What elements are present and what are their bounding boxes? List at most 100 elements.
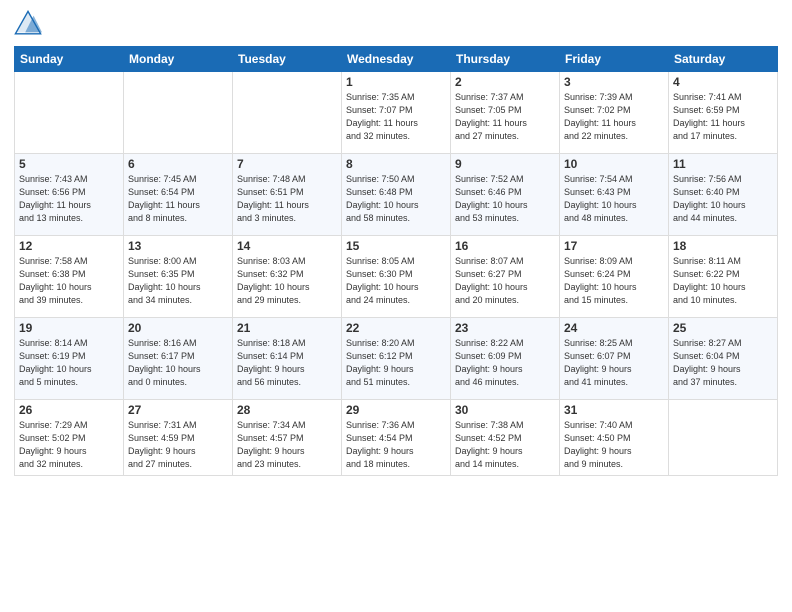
weekday-header: Wednesday	[342, 47, 451, 72]
calendar-cell	[15, 72, 124, 154]
calendar-cell: 29 Sunrise: 7:36 AM Sunset: 4:54 PM Dayli…	[342, 400, 451, 476]
day-info: Sunrise: 7:35 AM Sunset: 7:07 PM Dayligh…	[346, 91, 446, 143]
calendar-cell: 7Sunrise: 7:48 AM Sunset: 6:51 PM Daylig…	[233, 154, 342, 236]
day-info: Sunrise: 7:56 AM Sunset: 6:40 PM Dayligh…	[673, 173, 773, 225]
day-info: Sunrise: 7:45 AM Sunset: 6:54 PM Dayligh…	[128, 173, 228, 225]
day-info: Sunrise: 7:29 AM Sunset: 5:02 PM Dayligh…	[19, 419, 119, 471]
weekday-header: Friday	[560, 47, 669, 72]
day-info: Sunrise: 8:03 AM Sunset: 6:32 PM Dayligh…	[237, 255, 337, 307]
calendar-week-row: 26 Sunrise: 7:29 AM Sunset: 5:02 PM Dayli…	[15, 400, 778, 476]
day-number: 15	[346, 239, 446, 253]
day-number: 25	[673, 321, 773, 335]
day-info: Sunrise: 8:00 AM Sunset: 6:35 PM Dayligh…	[128, 255, 228, 307]
day-number: 3	[564, 75, 664, 89]
day-info: Sunrise: 7:52 AM Sunset: 6:46 PM Dayligh…	[455, 173, 555, 225]
day-number: 27	[128, 403, 228, 417]
day-info: Sunrise: 7:31 AM Sunset: 4:59 PM Dayligh…	[128, 419, 228, 471]
day-info: Sunrise: 8:14 AM Sunset: 6:19 PM Dayligh…	[19, 337, 119, 389]
page: SundayMondayTuesdayWednesdayThursdayFrid…	[0, 0, 792, 612]
day-info: Sunrise: 7:54 AM Sunset: 6:43 PM Dayligh…	[564, 173, 664, 225]
calendar-table: SundayMondayTuesdayWednesdayThursdayFrid…	[14, 46, 778, 476]
weekday-header: Tuesday	[233, 47, 342, 72]
calendar-cell	[669, 400, 778, 476]
calendar-week-row: 5Sunrise: 7:43 AM Sunset: 6:56 PM Daylig…	[15, 154, 778, 236]
calendar-cell: 20 Sunrise: 8:16 AM Sunset: 6:17 PM Dayli…	[124, 318, 233, 400]
day-number: 9	[455, 157, 555, 171]
calendar-cell: 14Sunrise: 8:03 AM Sunset: 6:32 PM Dayli…	[233, 236, 342, 318]
day-number: 29	[346, 403, 446, 417]
day-number: 16	[455, 239, 555, 253]
calendar-cell: 15 Sunrise: 8:05 AM Sunset: 6:30 PM Dayli…	[342, 236, 451, 318]
day-info: Sunrise: 7:36 AM Sunset: 4:54 PM Dayligh…	[346, 419, 446, 471]
calendar-cell	[233, 72, 342, 154]
calendar-cell: 3Sunrise: 7:39 AM Sunset: 7:02 PM Daylig…	[560, 72, 669, 154]
calendar-cell: 30 Sunrise: 7:38 AM Sunset: 4:52 PM Dayli…	[451, 400, 560, 476]
calendar-cell: 25 Sunrise: 8:27 AM Sunset: 6:04 PM Dayli…	[669, 318, 778, 400]
calendar-cell	[124, 72, 233, 154]
calendar-cell: 26 Sunrise: 7:29 AM Sunset: 5:02 PM Dayli…	[15, 400, 124, 476]
weekday-header: Sunday	[15, 47, 124, 72]
calendar-cell: 22Sunrise: 8:20 AM Sunset: 6:12 PM Dayli…	[342, 318, 451, 400]
calendar-cell: 24 Sunrise: 8:25 AM Sunset: 6:07 PM Dayli…	[560, 318, 669, 400]
day-number: 26	[19, 403, 119, 417]
day-info: Sunrise: 8:11 AM Sunset: 6:22 PM Dayligh…	[673, 255, 773, 307]
day-info: Sunrise: 8:09 AM Sunset: 6:24 PM Dayligh…	[564, 255, 664, 307]
calendar-cell: 4 Sunrise: 7:41 AM Sunset: 6:59 PM Daylig…	[669, 72, 778, 154]
day-number: 20	[128, 321, 228, 335]
day-info: Sunrise: 8:07 AM Sunset: 6:27 PM Dayligh…	[455, 255, 555, 307]
day-info: Sunrise: 8:16 AM Sunset: 6:17 PM Dayligh…	[128, 337, 228, 389]
day-info: Sunrise: 7:50 AM Sunset: 6:48 PM Dayligh…	[346, 173, 446, 225]
day-number: 23	[455, 321, 555, 335]
day-info: Sunrise: 7:43 AM Sunset: 6:56 PM Dayligh…	[19, 173, 119, 225]
calendar-cell: 28 Sunrise: 7:34 AM Sunset: 4:57 PM Dayli…	[233, 400, 342, 476]
day-number: 17	[564, 239, 664, 253]
calendar-cell: 11 Sunrise: 7:56 AM Sunset: 6:40 PM Dayli…	[669, 154, 778, 236]
logo-icon	[14, 10, 42, 38]
calendar-cell: 9 Sunrise: 7:52 AM Sunset: 6:46 PM Daylig…	[451, 154, 560, 236]
day-info: Sunrise: 8:18 AM Sunset: 6:14 PM Dayligh…	[237, 337, 337, 389]
calendar-cell: 27 Sunrise: 7:31 AM Sunset: 4:59 PM Dayli…	[124, 400, 233, 476]
day-info: Sunrise: 7:34 AM Sunset: 4:57 PM Dayligh…	[237, 419, 337, 471]
logo	[14, 10, 46, 38]
day-number: 7	[237, 157, 337, 171]
calendar-cell: 19Sunrise: 8:14 AM Sunset: 6:19 PM Dayli…	[15, 318, 124, 400]
day-number: 1	[346, 75, 446, 89]
calendar-header-row: SundayMondayTuesdayWednesdayThursdayFrid…	[15, 47, 778, 72]
day-number: 2	[455, 75, 555, 89]
day-number: 18	[673, 239, 773, 253]
calendar-cell: 12 Sunrise: 7:58 AM Sunset: 6:38 PM Dayli…	[15, 236, 124, 318]
day-number: 30	[455, 403, 555, 417]
day-info: Sunrise: 8:05 AM Sunset: 6:30 PM Dayligh…	[346, 255, 446, 307]
day-info: Sunrise: 8:22 AM Sunset: 6:09 PM Dayligh…	[455, 337, 555, 389]
calendar-cell: 23 Sunrise: 8:22 AM Sunset: 6:09 PM Dayli…	[451, 318, 560, 400]
day-info: Sunrise: 7:37 AM Sunset: 7:05 PM Dayligh…	[455, 91, 555, 143]
day-number: 11	[673, 157, 773, 171]
calendar-cell: 8Sunrise: 7:50 AM Sunset: 6:48 PM Daylig…	[342, 154, 451, 236]
calendar-cell: 21 Sunrise: 8:18 AM Sunset: 6:14 PM Dayli…	[233, 318, 342, 400]
calendar-cell: 16 Sunrise: 8:07 AM Sunset: 6:27 PM Dayli…	[451, 236, 560, 318]
weekday-header: Thursday	[451, 47, 560, 72]
calendar-cell: 5Sunrise: 7:43 AM Sunset: 6:56 PM Daylig…	[15, 154, 124, 236]
day-info: Sunrise: 8:20 AM Sunset: 6:12 PM Dayligh…	[346, 337, 446, 389]
day-number: 12	[19, 239, 119, 253]
calendar-cell: 31Sunrise: 7:40 AM Sunset: 4:50 PM Dayli…	[560, 400, 669, 476]
calendar-cell: 10 Sunrise: 7:54 AM Sunset: 6:43 PM Dayli…	[560, 154, 669, 236]
calendar-cell: 1 Sunrise: 7:35 AM Sunset: 7:07 PM Daylig…	[342, 72, 451, 154]
calendar-cell: 6Sunrise: 7:45 AM Sunset: 6:54 PM Daylig…	[124, 154, 233, 236]
day-info: Sunrise: 7:38 AM Sunset: 4:52 PM Dayligh…	[455, 419, 555, 471]
day-number: 28	[237, 403, 337, 417]
day-number: 4	[673, 75, 773, 89]
calendar-week-row: 19Sunrise: 8:14 AM Sunset: 6:19 PM Dayli…	[15, 318, 778, 400]
day-number: 21	[237, 321, 337, 335]
day-info: Sunrise: 7:58 AM Sunset: 6:38 PM Dayligh…	[19, 255, 119, 307]
day-info: Sunrise: 7:41 AM Sunset: 6:59 PM Dayligh…	[673, 91, 773, 143]
day-info: Sunrise: 8:27 AM Sunset: 6:04 PM Dayligh…	[673, 337, 773, 389]
calendar-cell: 17 Sunrise: 8:09 AM Sunset: 6:24 PM Dayli…	[560, 236, 669, 318]
calendar-week-row: 12 Sunrise: 7:58 AM Sunset: 6:38 PM Dayli…	[15, 236, 778, 318]
day-number: 10	[564, 157, 664, 171]
calendar-cell: 18 Sunrise: 8:11 AM Sunset: 6:22 PM Dayli…	[669, 236, 778, 318]
day-info: Sunrise: 8:25 AM Sunset: 6:07 PM Dayligh…	[564, 337, 664, 389]
calendar-week-row: 1 Sunrise: 7:35 AM Sunset: 7:07 PM Daylig…	[15, 72, 778, 154]
calendar-cell: 2 Sunrise: 7:37 AM Sunset: 7:05 PM Daylig…	[451, 72, 560, 154]
day-number: 24	[564, 321, 664, 335]
